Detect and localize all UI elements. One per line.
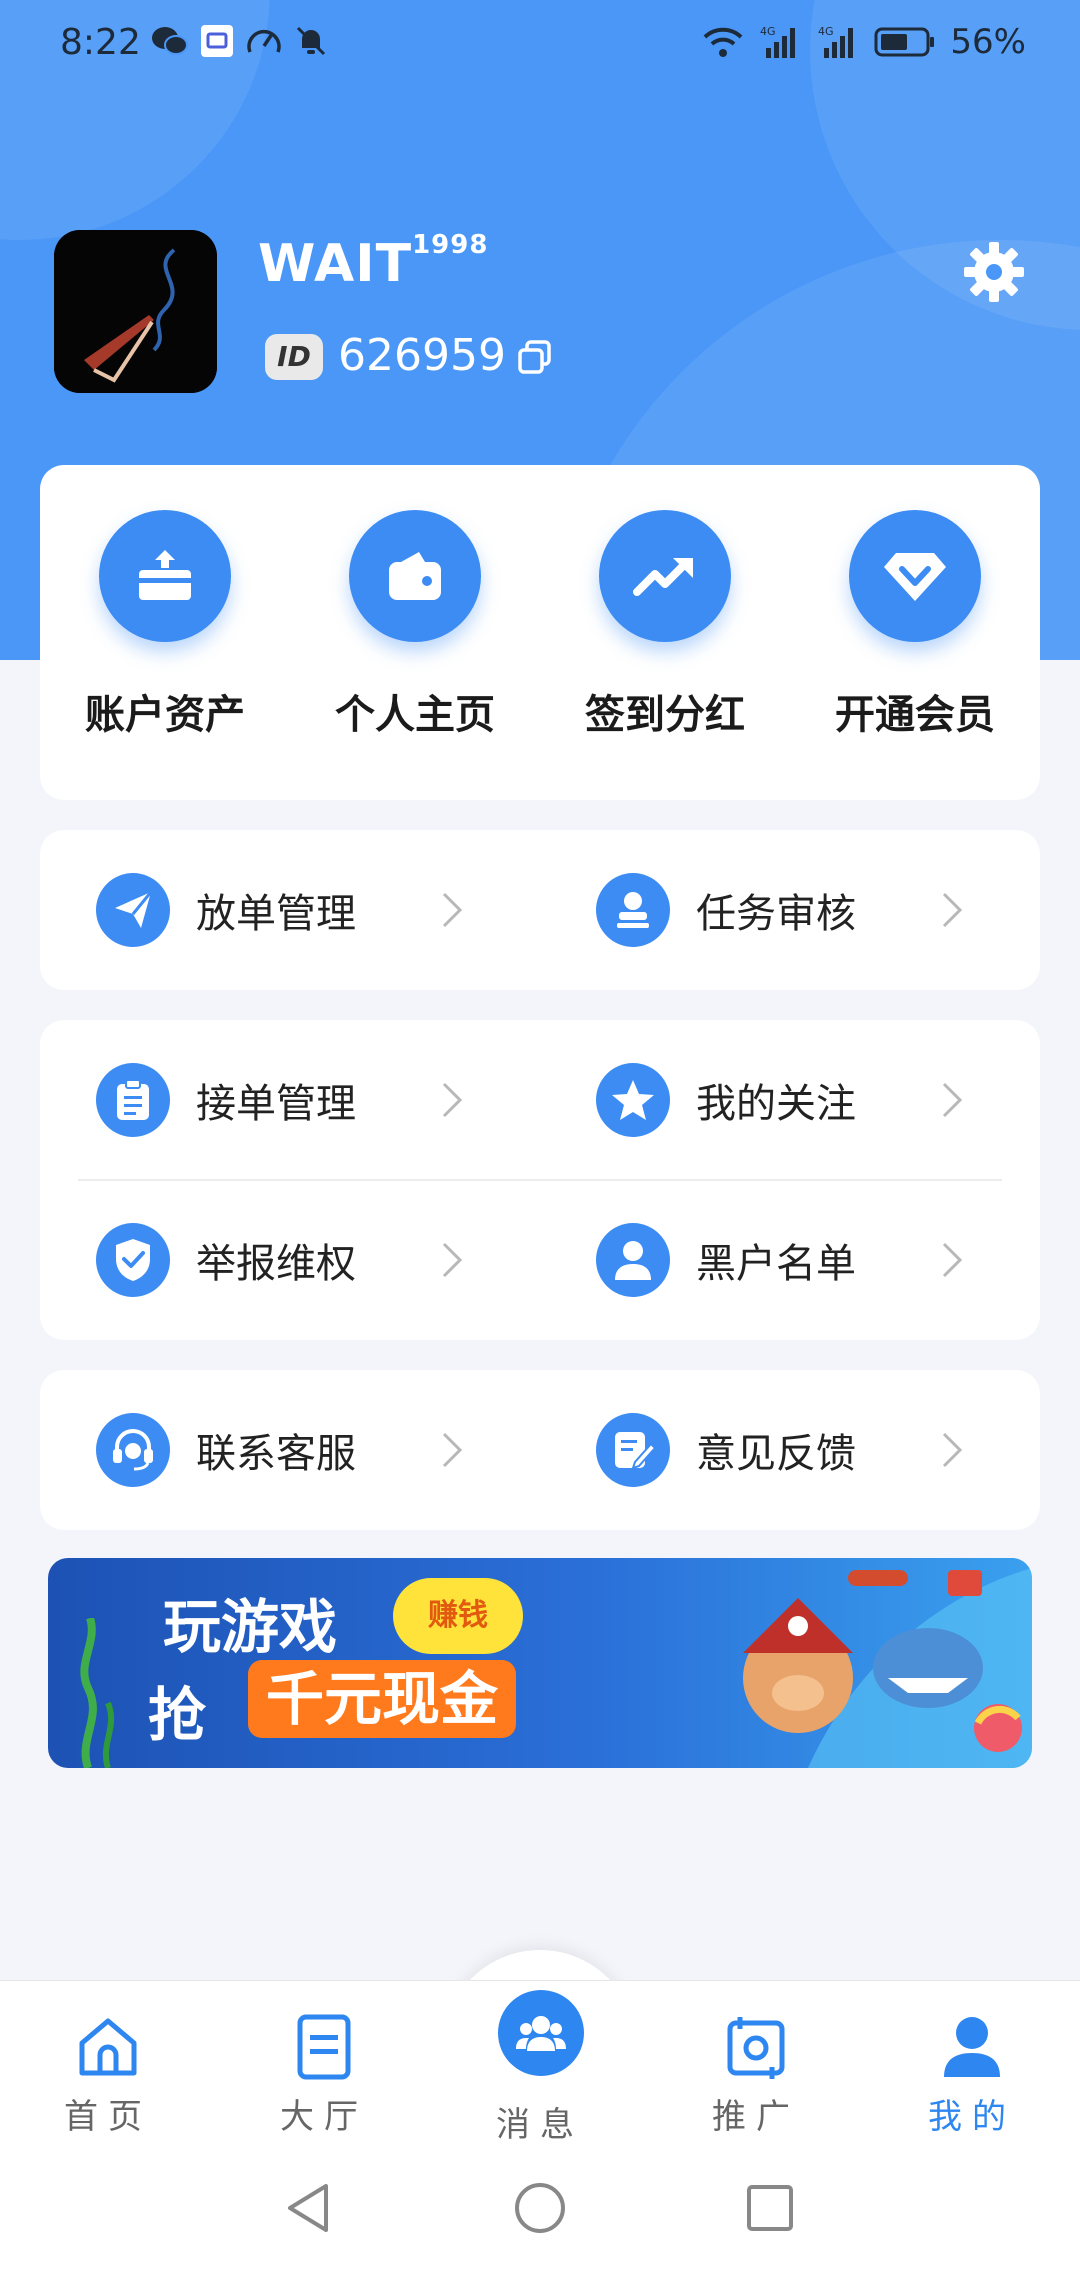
id-badge: ID (265, 334, 323, 380)
svg-text:4G: 4G (818, 25, 834, 38)
game-characters-illustration (743, 1568, 1032, 1768)
shield-check-icon (116, 1239, 150, 1281)
nav-tab-mine[interactable]: 我的 (864, 1981, 1080, 2151)
bell-off-icon (296, 26, 326, 56)
person-icon (944, 2017, 1000, 2077)
seaweed-decoration (80, 1618, 115, 1768)
stamp-icon (617, 892, 649, 928)
user-icon (615, 1241, 651, 1280)
home-icon (79, 2018, 137, 2076)
quick-actions-card: 账户资产 个人主页 签到分红 开通会员 (40, 465, 1040, 800)
battery-percent: 56% (950, 22, 1026, 62)
quick-action-label: 签到分红 (585, 692, 745, 738)
nav-tab-hall[interactable]: 大厅 (216, 1981, 432, 2151)
chevron-right-icon (942, 1242, 963, 1278)
nav-label: 首页 (64, 2097, 152, 2137)
wechat-icon (152, 27, 188, 55)
nav-label: 消息 (496, 2105, 584, 2145)
avatar[interactable] (54, 230, 217, 393)
trend-up-icon (633, 558, 693, 596)
send-icon (115, 891, 153, 928)
menu-item-task-review[interactable]: 任务审核 (540, 830, 1040, 990)
gear-icon[interactable] (962, 240, 1026, 304)
menu-label: 举报维权 (196, 1241, 356, 1287)
messages-center-button[interactable] (498, 1990, 584, 2076)
wifi-icon (704, 27, 743, 57)
chevron-right-icon (942, 1432, 963, 1468)
message-app-icon (201, 25, 233, 57)
signal-icon: 4G (760, 25, 796, 58)
menu-label: 放单管理 (196, 891, 356, 937)
battery-icon (874, 27, 935, 57)
quick-action-open-membership[interactable]: 开通会员 (790, 510, 1040, 740)
edit-icon (615, 1432, 655, 1470)
quick-action-label: 开通会员 (835, 692, 995, 738)
menu-item-order-management[interactable]: 放单管理 (40, 830, 540, 990)
back-triangle-icon[interactable] (282, 2180, 338, 2236)
clipboard-icon (117, 1079, 149, 1120)
nav-tab-home[interactable]: 首页 (0, 1981, 216, 2151)
nav-tab-promote[interactable]: 推广 (648, 1981, 864, 2151)
nav-label: 推广 (712, 2097, 800, 2137)
speedometer-icon (247, 29, 281, 53)
star-icon (612, 1080, 654, 1120)
recent-apps-square-icon[interactable] (742, 2180, 798, 2236)
nav-label: 我的 (928, 2097, 1016, 2137)
menu-card-2: 接单管理 我的关注 举报维权 黑户名单 (40, 1020, 1040, 1340)
quick-action-account-assets[interactable]: 账户资产 (40, 510, 290, 740)
menu-label: 黑户名单 (696, 1241, 856, 1287)
quick-action-label: 账户资产 (85, 692, 245, 738)
quick-action-personal-page[interactable]: 个人主页 (290, 510, 540, 740)
banner-highlight: 千元现金 (248, 1660, 517, 1738)
username: WAIT1998 (258, 229, 489, 294)
chevron-right-icon (442, 892, 463, 928)
user-id: 626959 (338, 330, 506, 381)
banner-title: 玩游戏 (163, 1593, 338, 1661)
svg-text:4G: 4G (760, 25, 776, 38)
chevron-right-icon (442, 1432, 463, 1468)
system-navigation-bar (0, 2150, 1080, 2280)
status-time: 8:22 (60, 22, 141, 63)
status-bar: 8:22 4G 4G 56% (0, 0, 1080, 92)
chevron-right-icon (942, 892, 963, 928)
card-upload-icon (139, 550, 191, 600)
menu-item-blacklist[interactable]: 黑户名单 (540, 1180, 1040, 1340)
username-suffix: 1998 (412, 229, 489, 260)
document-icon (297, 2014, 351, 2080)
menu-label: 接单管理 (196, 1081, 356, 1127)
menu-label: 联系客服 (196, 1431, 356, 1477)
menu-item-feedback[interactable]: 意见反馈 (540, 1370, 1040, 1530)
copy-icon[interactable] (515, 338, 555, 378)
menu-label: 意见反馈 (696, 1431, 856, 1477)
menu-card-1: 放单管理 任务审核 (40, 830, 1040, 990)
quick-action-checkin-bonus[interactable]: 签到分红 (540, 510, 790, 740)
chevron-right-icon (442, 1242, 463, 1278)
signal-icon: 4G (818, 25, 854, 58)
headset-icon (113, 1429, 153, 1471)
diamond-icon (884, 553, 946, 601)
menu-item-contact-support[interactable]: 联系客服 (40, 1370, 540, 1530)
menu-item-accept-orders[interactable]: 接单管理 (40, 1020, 540, 1180)
banner-tag: 赚钱 (393, 1578, 523, 1654)
nav-label: 大厅 (280, 2097, 368, 2137)
group-icon (516, 2016, 566, 2051)
menu-label: 我的关注 (696, 1081, 856, 1127)
promo-banner[interactable]: 玩游戏 赚钱 抢 千元现金 (48, 1558, 1032, 1768)
menu-card-3: 联系客服 意见反馈 (40, 1370, 1040, 1530)
quick-action-label: 个人主页 (335, 692, 495, 738)
menu-item-report-rights[interactable]: 举报维权 (40, 1180, 540, 1340)
banner-subtitle: 抢 (148, 1681, 207, 1749)
chevron-right-icon (942, 1082, 963, 1118)
wallet-icon (389, 552, 441, 600)
share-icon (727, 2017, 785, 2079)
home-circle-icon[interactable] (512, 2180, 568, 2236)
chevron-right-icon (442, 1082, 463, 1118)
menu-item-my-follows[interactable]: 我的关注 (540, 1020, 1040, 1180)
menu-label: 任务审核 (696, 891, 856, 937)
